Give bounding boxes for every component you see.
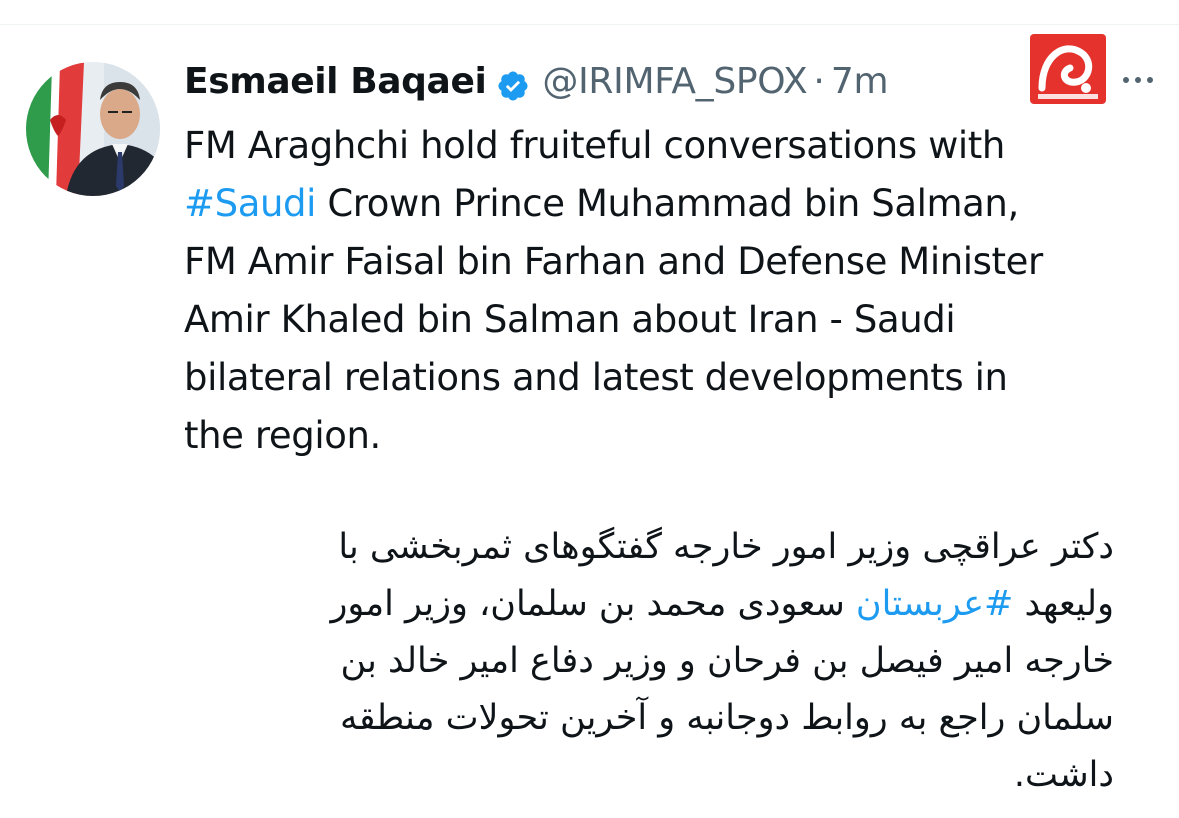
news-agency-logo bbox=[1030, 34, 1106, 104]
hashtag-link[interactable]: #Saudi bbox=[184, 182, 316, 225]
tweet-line-fa: دکتر عراقچی وزیر امور خارجه گفتگوهای ثمر… bbox=[338, 527, 1114, 567]
tweet-line: Amir Khaled bin Salman about Iran - Saud… bbox=[184, 298, 956, 341]
tweet-header: Esmaeil Baqaei @IRIMFA_SPOX · 7m bbox=[184, 55, 889, 109]
hashtag-link-fa[interactable]: #عربستان bbox=[856, 584, 1013, 624]
tweet-line: FM Araghchi hold fruiteful conversations… bbox=[184, 124, 1005, 167]
separator-dot: · bbox=[813, 61, 825, 102]
avatar-image bbox=[26, 62, 160, 196]
tweet-line: #Saudi Crown Prince Muhammad bin Salman, bbox=[184, 175, 1164, 233]
tweet-line-fa: داشت. bbox=[1013, 755, 1114, 795]
tweet-line: the region. bbox=[184, 414, 381, 457]
tweet-line-fa: خارجه امیر فیصل بن فرحان و وزیر دفاع امی… bbox=[340, 641, 1114, 681]
author-handle[interactable]: @IRIMFA_SPOX bbox=[542, 55, 807, 109]
tweet-text-persian: دکتر عراقچی وزیر امور خارجه گفتگوهای ثمر… bbox=[184, 519, 1114, 804]
tweet-line: FM Amir Faisal bin Farhan and Defense Mi… bbox=[184, 240, 1043, 283]
more-options-icon[interactable] bbox=[1116, 66, 1160, 94]
tweet-line-fa: ولیعهد #عربستان سعودی محمد بن سلمان، وزی… bbox=[184, 576, 1114, 633]
author-name[interactable]: Esmaeil Baqaei bbox=[184, 55, 487, 109]
tweet-line-fa-text: ولیعهد bbox=[1013, 584, 1114, 624]
tweet-line-fa-text: سعودی محمد بن سلمان، وزیر امور bbox=[330, 584, 856, 624]
avatar[interactable] bbox=[26, 62, 160, 196]
tweet-line-fa: سلمان راجع به روابط دوجانبه و آخرین تحول… bbox=[339, 698, 1114, 738]
top-divider bbox=[0, 24, 1179, 25]
tweet-text-english: FM Araghchi hold fruiteful conversations… bbox=[184, 117, 1164, 465]
timestamp[interactable]: 7m bbox=[831, 55, 889, 109]
verified-badge-icon[interactable] bbox=[496, 65, 530, 101]
tweet-line-text: Crown Prince Muhammad bin Salman, bbox=[315, 182, 1019, 225]
tweet-line: bilateral relations and latest developme… bbox=[184, 356, 1008, 399]
